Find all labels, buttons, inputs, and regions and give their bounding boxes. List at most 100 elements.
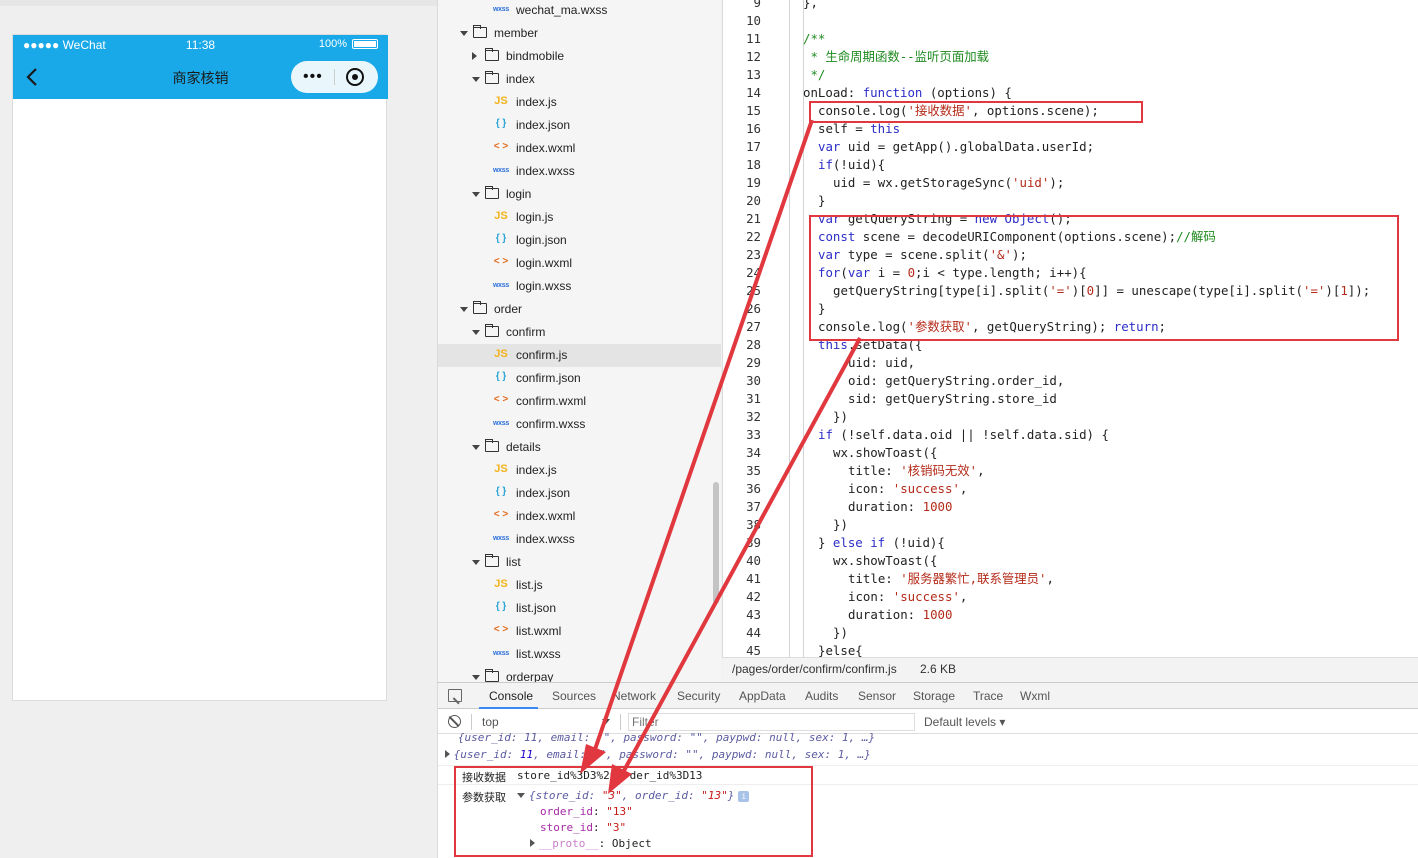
- code-token: }): [833, 409, 848, 424]
- tree-file[interactable]: wxss index.wxss: [438, 160, 721, 183]
- tree-folder[interactable]: confirm: [438, 321, 721, 344]
- chevron-down-icon[interactable]: [472, 675, 480, 680]
- tab-sources[interactable]: Sources: [552, 689, 596, 703]
- context-selector[interactable]: top: [482, 715, 499, 729]
- tree-file[interactable]: { } login.json: [438, 229, 721, 252]
- log-levels-select[interactable]: Default levels ▾: [924, 715, 1005, 729]
- code-line[interactable]: 44}): [723, 624, 1418, 642]
- code-line[interactable]: 18 if(!uid){: [723, 156, 1418, 174]
- console-entry[interactable]: {user_id: 11, email: "", password: "", p…: [438, 748, 1418, 761]
- code-line[interactable]: 39} else if (!uid){: [723, 534, 1418, 552]
- tree-item-label: confirm.js: [516, 348, 568, 362]
- expand-arrow-icon[interactable]: [444, 750, 450, 758]
- tab-appdata[interactable]: AppData: [739, 689, 786, 703]
- console-object-number: 11: [519, 748, 534, 761]
- code-line[interactable]: 17 var uid = getApp().globalData.userId;: [723, 138, 1418, 156]
- tree-file[interactable]: wxss confirm.wxss: [438, 413, 721, 436]
- tab-security[interactable]: Security: [677, 689, 720, 703]
- tree-file[interactable]: < > list.wxml: [438, 620, 721, 643]
- code-line[interactable]: 35 title: '核销码无效',: [723, 462, 1418, 480]
- tab-console[interactable]: Console: [489, 689, 533, 703]
- code-line[interactable]: 37 duration: 1000: [723, 498, 1418, 516]
- tree-folder[interactable]: details: [438, 436, 721, 459]
- code-line[interactable]: 45}else{: [723, 642, 1418, 657]
- tab-network[interactable]: Network: [612, 689, 656, 703]
- tree-item-label: list.js: [516, 578, 543, 592]
- code-text: title: '服务器繁忙,联系管理员',: [848, 570, 1054, 588]
- phone-screen[interactable]: ●●●●● WeChat 11:38 100% 商家核销 •••: [12, 34, 388, 701]
- tree-file[interactable]: wxss list.wxss: [438, 643, 721, 666]
- tree-item-label: orderpay: [506, 670, 554, 682]
- tree-folder[interactable]: order: [438, 298, 721, 321]
- chevron-down-icon[interactable]: [472, 445, 480, 450]
- code-line[interactable]: 42 icon: 'success',: [723, 588, 1418, 606]
- inspect-element-icon[interactable]: [448, 689, 462, 702]
- capsule-menu[interactable]: •••: [291, 61, 378, 93]
- code-line[interactable]: 14 onLoad: function (options) {: [723, 84, 1418, 102]
- code-line[interactable]: 30 oid: getQueryString.order_id,: [723, 372, 1418, 390]
- code-line[interactable]: 19 uid = wx.getStorageSync('uid');: [723, 174, 1418, 192]
- tree-folder[interactable]: login: [438, 183, 721, 206]
- code-line[interactable]: 40 wx.showToast({: [723, 552, 1418, 570]
- tree-file[interactable]: JS list.js: [438, 574, 721, 597]
- code-line[interactable]: 41 title: '服务器繁忙,联系管理员',: [723, 570, 1418, 588]
- code-line[interactable]: 38}): [723, 516, 1418, 534]
- code-token: 1000: [922, 499, 953, 514]
- tree-file[interactable]: { } index.json: [438, 114, 721, 137]
- more-dots-icon[interactable]: •••: [303, 69, 323, 85]
- tree-file[interactable]: < > confirm.wxml: [438, 390, 721, 413]
- tree-file[interactable]: { } index.json: [438, 482, 721, 505]
- clear-console-icon[interactable]: [448, 715, 461, 728]
- tree-file[interactable]: wxss index.wxss: [438, 528, 721, 551]
- code-line[interactable]: 13 */: [723, 66, 1418, 84]
- highlight-box-receive-log: [809, 101, 1143, 123]
- tab-audits[interactable]: Audits: [805, 689, 838, 703]
- code-line[interactable]: 10: [723, 12, 1418, 30]
- tree-folder[interactable]: orderpay: [438, 666, 721, 682]
- file-tree-scrollbar[interactable]: [713, 482, 719, 604]
- code-token: }: [818, 193, 826, 208]
- chevron-down-icon[interactable]: [472, 77, 480, 82]
- code-line[interactable]: 33 if (!self.data.oid || !self.data.sid) …: [723, 426, 1418, 444]
- chevron-down-icon[interactable]: [460, 307, 468, 312]
- tree-file[interactable]: { } confirm.json: [438, 367, 721, 390]
- code-line[interactable]: 36 icon: 'success',: [723, 480, 1418, 498]
- target-circle-icon[interactable]: [346, 68, 364, 86]
- chevron-down-icon[interactable]: [472, 330, 480, 335]
- tree-file[interactable]: JS login.js: [438, 206, 721, 229]
- tree-folder[interactable]: list: [438, 551, 721, 574]
- chevron-down-icon[interactable]: [602, 719, 610, 724]
- code-line[interactable]: 12 * 生命周期函数--监听页面加载: [723, 48, 1418, 66]
- tree-file[interactable]: { } list.json: [438, 597, 721, 620]
- tree-file[interactable]: < > index.wxml: [438, 505, 721, 528]
- code-line[interactable]: 34 wx.showToast({: [723, 444, 1418, 462]
- chevron-down-icon[interactable]: [472, 560, 480, 565]
- line-number: 26: [746, 301, 761, 316]
- tree-file[interactable]: wxss login.wxss: [438, 275, 721, 298]
- tab-sensor[interactable]: Sensor: [858, 689, 896, 703]
- line-number: 37: [746, 499, 761, 514]
- console-filter-input[interactable]: [628, 713, 915, 731]
- tab-storage[interactable]: Storage: [913, 689, 955, 703]
- tree-file[interactable]: < > index.wxml: [438, 137, 721, 160]
- code-line[interactable]: 29 uid: uid,: [723, 354, 1418, 372]
- tree-file[interactable]: JS index.js: [438, 91, 721, 114]
- tree-folder[interactable]: index: [438, 68, 721, 91]
- tree-file[interactable]: JS index.js: [438, 459, 721, 482]
- tab-trace[interactable]: Trace: [973, 689, 1003, 703]
- tab-wxml[interactable]: Wxml: [1020, 689, 1050, 703]
- tree-file[interactable]: < > login.wxml: [438, 252, 721, 275]
- code-line[interactable]: 31 sid: getQueryString.store_id: [723, 390, 1418, 408]
- chevron-down-icon[interactable]: [460, 31, 468, 36]
- code-line[interactable]: 20}: [723, 192, 1418, 210]
- code-line[interactable]: 32}): [723, 408, 1418, 426]
- tree-file[interactable]: wxss wechat_ma.wxss: [438, 0, 721, 22]
- code-line[interactable]: 9},: [723, 0, 1418, 12]
- tree-folder[interactable]: bindmobile: [438, 45, 721, 68]
- chevron-right-icon[interactable]: [472, 52, 477, 60]
- tree-folder[interactable]: member: [438, 22, 721, 45]
- code-line[interactable]: 11 /**: [723, 30, 1418, 48]
- tree-file[interactable]: JS confirm.js: [438, 344, 721, 367]
- chevron-down-icon[interactable]: [472, 192, 480, 197]
- code-line[interactable]: 43 duration: 1000: [723, 606, 1418, 624]
